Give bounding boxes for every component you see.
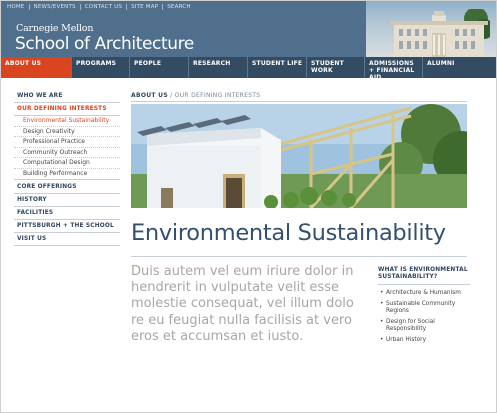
sidebar-item-visit-us[interactable]: VISIT US <box>14 233 120 246</box>
nav-research[interactable]: RESEARCH <box>189 57 248 78</box>
related-links-heading: WHAT IS ENVIRONMENTAL SUSTAINABILITY? <box>378 267 470 285</box>
breadcrumb-current: OUR DEFINING INTERESTS <box>174 92 261 99</box>
utility-link-home[interactable]: HOME <box>7 4 29 10</box>
nav-programs[interactable]: PROGRAMS <box>72 57 130 78</box>
utility-link-sitemap[interactable]: SITE MAP <box>126 4 162 10</box>
solar-house-photo <box>131 104 467 208</box>
sidebar-subitem-environmental-sustainability[interactable]: Environmental Sustainability <box>14 116 120 127</box>
intro-paragraph: Duis autem vel eum iriure dolor in hendr… <box>131 264 354 344</box>
utility-link-contact[interactable]: CONTACT US <box>79 4 126 10</box>
sidebar-subitem-building-performance[interactable]: Building Performance <box>14 169 120 180</box>
section-sidebar: WHO WE ARE OUR DEFINING INTERESTS Enviro… <box>14 90 120 246</box>
nav-student-work[interactable]: STUDENT WORK <box>307 57 365 78</box>
sidebar-item-facilities[interactable]: FACILITIES <box>14 207 120 220</box>
divider <box>131 256 467 257</box>
nav-alumni[interactable]: ALUMNI <box>423 57 496 78</box>
nav-student-life[interactable]: STUDENT LIFE <box>248 57 307 78</box>
sidebar-subitem-community-outreach[interactable]: Community Outreach <box>14 148 120 159</box>
utility-link-search[interactable]: SEARCH <box>162 4 194 10</box>
breadcrumb-separator: / <box>167 92 175 99</box>
sidebar-item-history[interactable]: HISTORY <box>14 194 120 207</box>
sidebar-item-defining-interests[interactable]: OUR DEFINING INTERESTS <box>14 103 120 116</box>
nav-people[interactable]: PEOPLE <box>130 57 189 78</box>
related-link-architecture-humanism[interactable]: Architecture & Humanism <box>378 288 470 299</box>
sidebar-item-who-we-are[interactable]: WHO WE ARE <box>14 90 120 103</box>
sidebar-item-core-offerings[interactable]: CORE OFFERINGS <box>14 181 120 194</box>
sidebar-subitem-design-creativity[interactable]: Design Creativity <box>14 127 120 138</box>
breadcrumb: ABOUT US / OUR DEFINING INTERESTS <box>131 92 260 99</box>
related-link-sustainable-community[interactable]: Sustainable Community Regions <box>378 299 470 317</box>
site-header: HOME NEWS/EVENTS CONTACT US SITE MAP SEA… <box>1 1 496 57</box>
campus-building-image <box>390 9 490 57</box>
related-links-panel: WHAT IS ENVIRONMENTAL SUSTAINABILITY? Ar… <box>378 267 470 346</box>
related-link-design-social-responsibility[interactable]: Design for Social Responsibility <box>378 317 470 335</box>
sidebar-subitem-computational-design[interactable]: Computational Design <box>14 158 120 169</box>
utility-links: HOME NEWS/EVENTS CONTACT US SITE MAP SEA… <box>7 4 195 10</box>
related-link-urban-history[interactable]: Urban History <box>378 335 470 346</box>
page-title: Environmental Sustainability <box>131 220 446 246</box>
main-nav: ABOUT US PROGRAMS PEOPLE RESEARCH STUDEN… <box>1 57 496 81</box>
sidebar-subitem-professional-practice[interactable]: Professional Practice <box>14 137 120 148</box>
sidebar-item-pittsburgh[interactable]: PITTSBURGH + THE SCHOOL <box>14 220 120 233</box>
university-wordmark[interactable]: Carnegie Mellon <box>16 23 93 34</box>
breadcrumb-about-us[interactable]: ABOUT US <box>131 92 168 99</box>
nav-admissions[interactable]: ADMISSIONS + FINANCIAL AID <box>365 57 423 81</box>
nav-about-us[interactable]: ABOUT US <box>1 57 72 78</box>
divider <box>131 101 467 102</box>
school-title[interactable]: School of Architecture <box>15 34 194 54</box>
utility-link-news[interactable]: NEWS/EVENTS <box>28 4 80 10</box>
